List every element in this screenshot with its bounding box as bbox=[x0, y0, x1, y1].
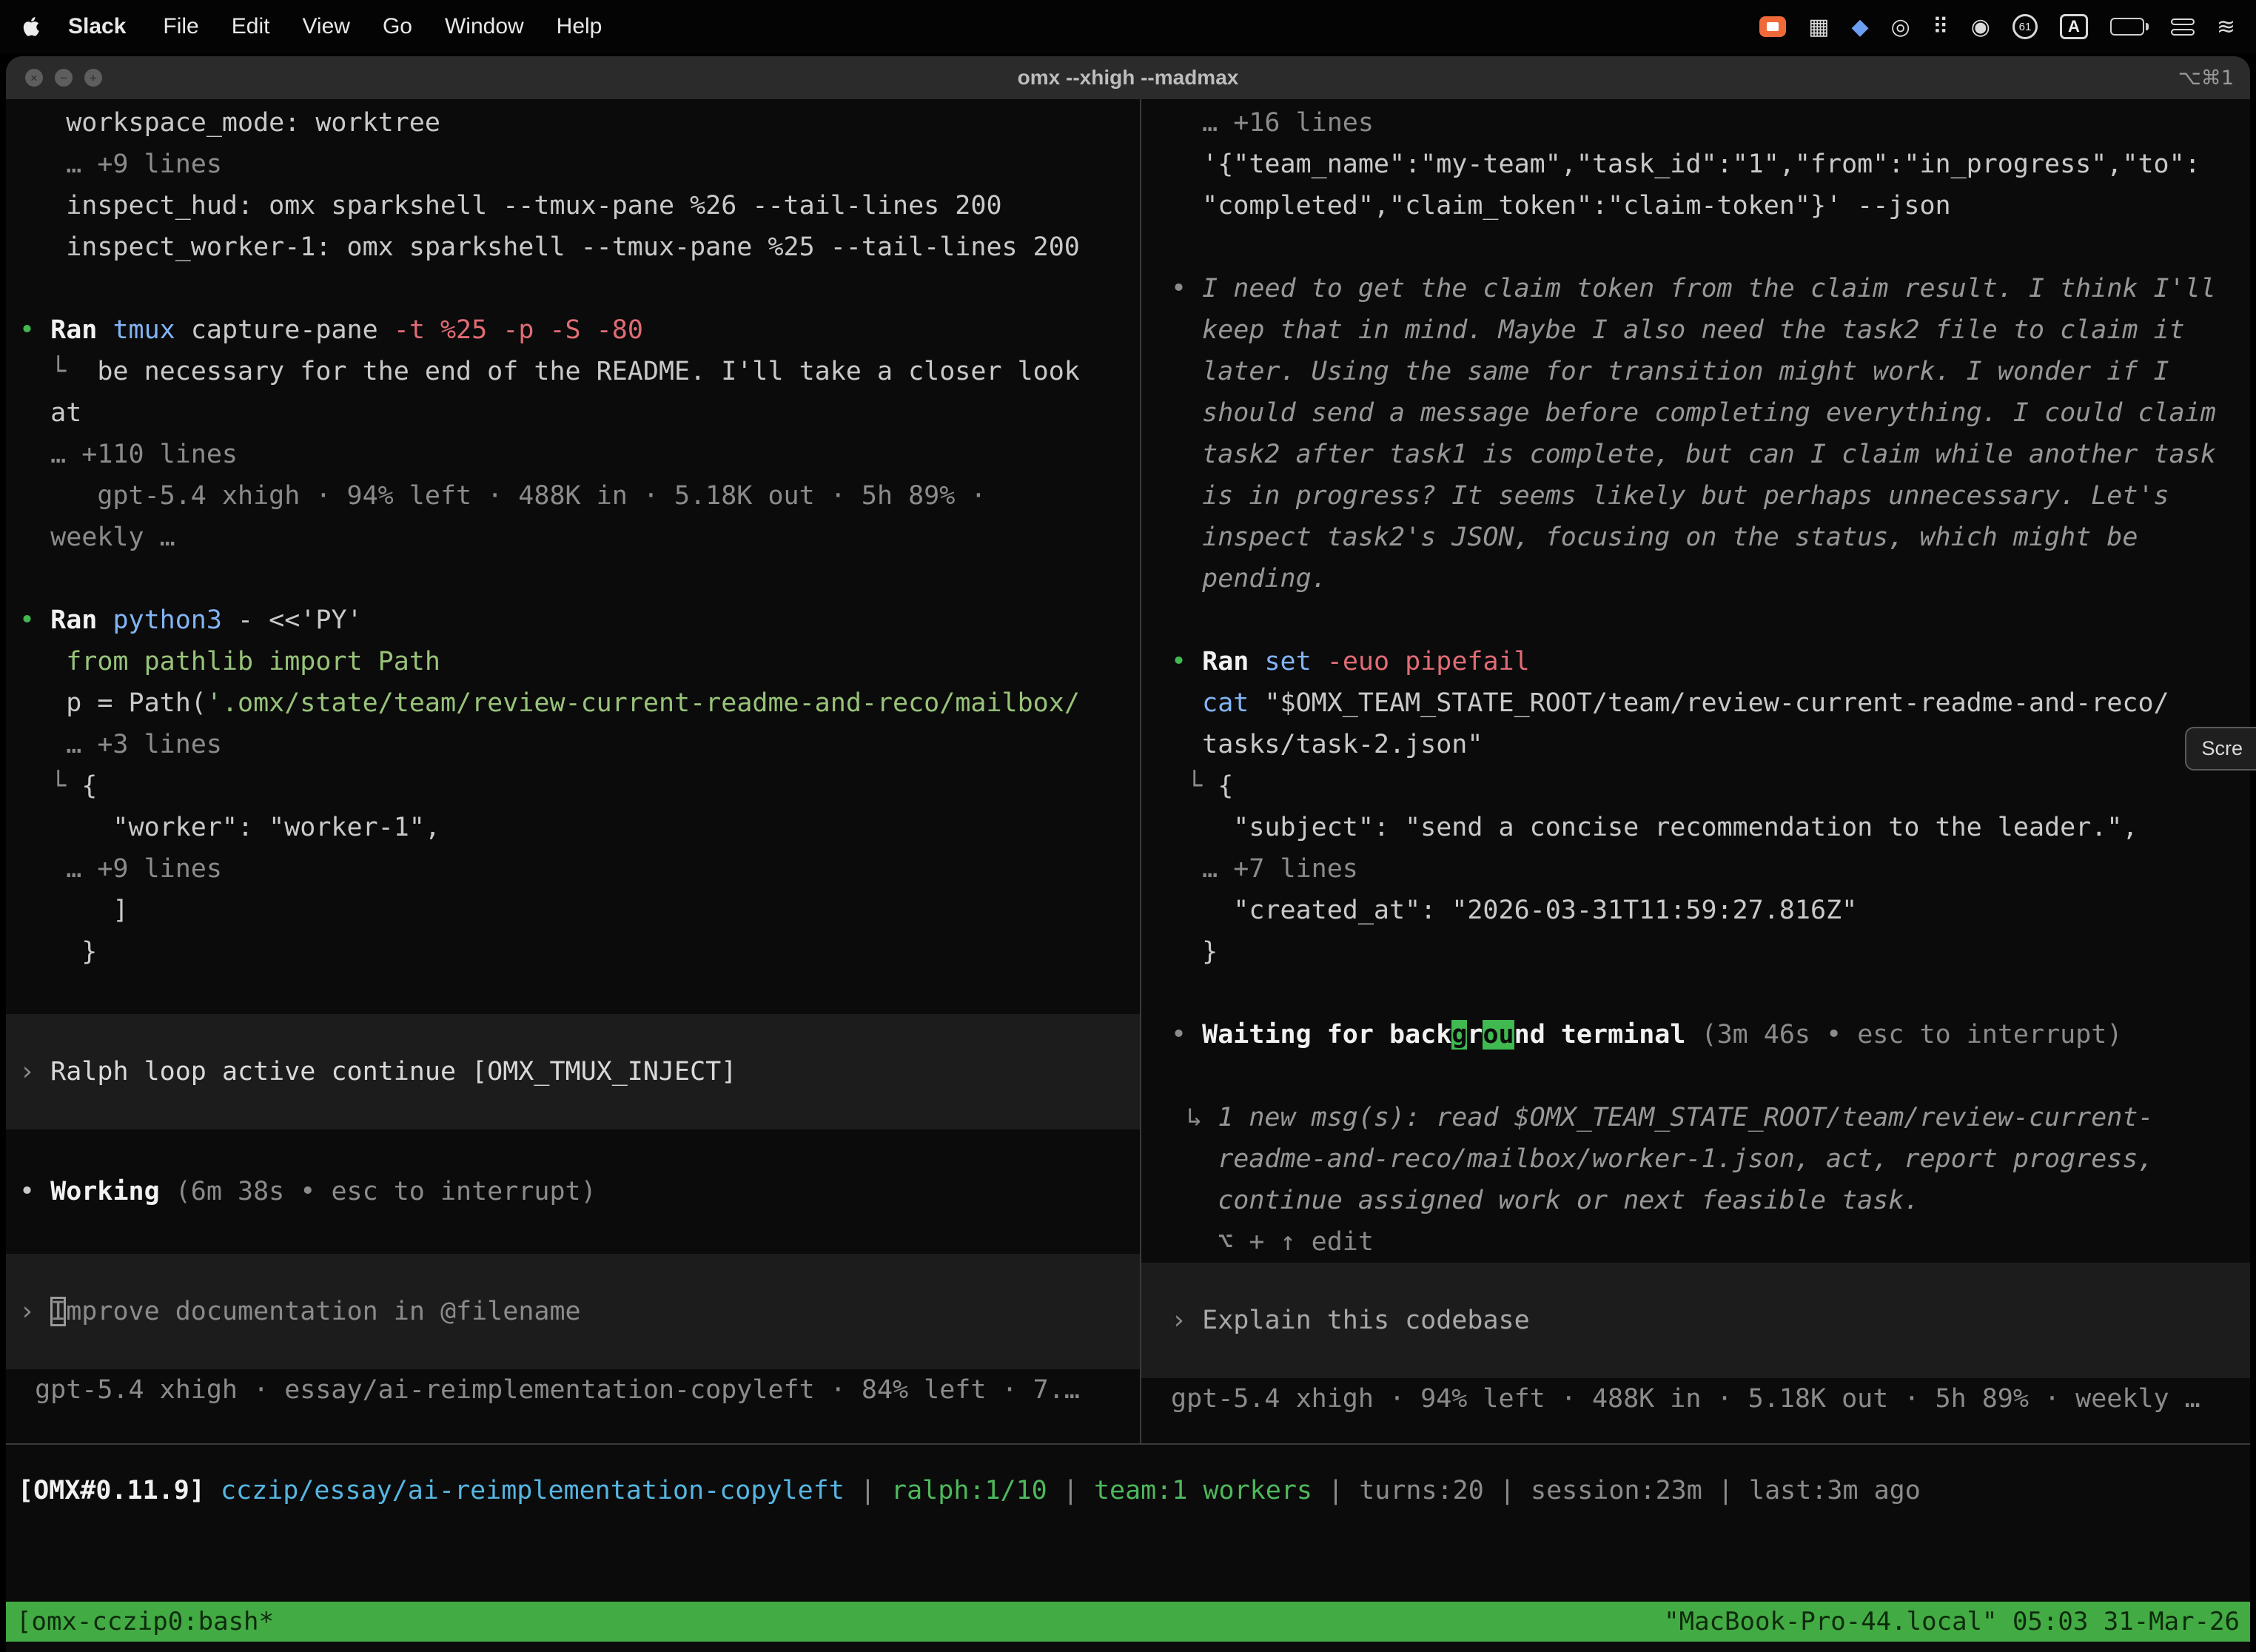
terminal-line: … +16 lines bbox=[1141, 102, 2250, 144]
terminal-line bbox=[6, 973, 1140, 1014]
terminal-line bbox=[1141, 1055, 2250, 1097]
tmux-status-bar: [omx-cczip0:bash* "MacBook-Pro-44.local"… bbox=[6, 1602, 2250, 1642]
window-title: omx --xhigh --madmax bbox=[6, 66, 2250, 90]
apple-menu-icon[interactable] bbox=[21, 14, 46, 39]
prompt-input-row[interactable]: › Improve documentation in @filename bbox=[6, 1254, 1140, 1369]
terminal-line: inspect_hud: omx sparkshell --tmux-pane … bbox=[6, 185, 1140, 226]
terminal-pane-right[interactable]: … +16 lines '{"team_name":"my-team","tas… bbox=[1141, 99, 2250, 1443]
terminal-line: • Working (6m 38s • esc to interrupt) bbox=[6, 1171, 1140, 1212]
terminal-line: "completed","claim_token":"claim-token"}… bbox=[1141, 185, 2250, 226]
menu-view[interactable]: View bbox=[286, 14, 366, 38]
terminal-line: … +7 lines bbox=[1141, 848, 2250, 890]
terminal-window: × − + omx --xhigh --madmax ⌥⌘1 workspace… bbox=[6, 56, 2250, 1652]
terminal-line bbox=[1141, 973, 2250, 1014]
window-shortcut-badge: ⌥⌘1 bbox=[2178, 67, 2250, 90]
screen-recording-icon[interactable] bbox=[1759, 16, 1786, 37]
desktop: Slack FileEditViewGoWindowHelp ▦ ◆ ◎ ⠿ ◉ 61 A ≋… bbox=[0, 0, 2256, 1652]
terminal-line: cat "$OMX_TEAM_STATE_ROOT/team/review-cu… bbox=[1141, 682, 2250, 724]
terminal-line: continue assigned work or next feasible … bbox=[1141, 1180, 2250, 1221]
terminal-line: pending. bbox=[1141, 558, 2250, 600]
omx-status-line: [OMX#0.11.9] cczip/essay/ai-reimplementa… bbox=[6, 1470, 2250, 1511]
terminal-line: └ { bbox=[1141, 765, 2250, 807]
tmux-panes: workspace_mode: worktree … +9 lines insp… bbox=[6, 99, 2250, 1443]
terminal-line: workspace_mode: worktree bbox=[6, 102, 1140, 144]
tmux-session-label: [omx-cczip0:bash* bbox=[16, 1607, 274, 1636]
terminal-line: └ be necessary for the end of the README… bbox=[6, 351, 1140, 392]
terminal-line: • Ran python3 - <<'PY' bbox=[6, 600, 1140, 641]
menu-bar-status-icons: ▦ ◆ ◎ ⠿ ◉ 61 A ≋ bbox=[1759, 14, 2235, 40]
prompt-suggestion-row[interactable]: › Explain this codebase bbox=[1141, 1263, 2250, 1378]
terminal-line: task2 after task1 is complete, but can I… bbox=[1141, 434, 2250, 475]
terminal-pane-left[interactable]: workspace_mode: worktree … +9 lines insp… bbox=[6, 99, 1140, 1443]
menu-bar-items: FileEditViewGoWindowHelp bbox=[147, 14, 618, 39]
terminal-line: • I need to get the claim token from the… bbox=[1141, 268, 2250, 309]
app-grid-icon[interactable]: ⠿ bbox=[1933, 14, 1949, 40]
terminal-line: • Waiting for background terminal (3m 46… bbox=[1141, 1014, 2250, 1055]
terminal-line: └ { bbox=[6, 765, 1140, 807]
display-icon[interactable]: ▦ bbox=[1808, 14, 1829, 40]
terminal-line: … +9 lines bbox=[6, 144, 1140, 185]
input-source-icon[interactable]: A bbox=[2060, 14, 2088, 39]
menu-edit[interactable]: Edit bbox=[215, 14, 286, 38]
terminal-line: gpt-5.4 xhigh · 94% left · 488K in · 5.1… bbox=[1141, 1378, 2250, 1420]
terminal-line: ] bbox=[6, 890, 1140, 931]
terminal-line: … +9 lines bbox=[6, 848, 1140, 890]
record-circle-icon[interactable]: ◎ bbox=[1891, 14, 1910, 40]
menu-bar-left: Slack FileEditViewGoWindowHelp bbox=[21, 14, 618, 39]
tmux-host-clock-label: "MacBook-Pro-44.local" 05:03 31-Mar-26 bbox=[1664, 1607, 2240, 1636]
terminal-line: '{"team_name":"my-team","task_id":"1","f… bbox=[1141, 144, 2250, 185]
menu-extra-icon[interactable]: ◉ bbox=[1971, 14, 1990, 40]
terminal-line: weekly … bbox=[6, 517, 1140, 558]
active-app-name[interactable]: Slack bbox=[65, 14, 141, 39]
prompt-suggestion-row: › Explain this codebase bbox=[1141, 1300, 2250, 1341]
terminal-line: "created_at": "2026-03-31T11:59:27.816Z" bbox=[1141, 890, 2250, 931]
terminal-line: is in progress? It seems likely but perh… bbox=[1141, 475, 2250, 517]
injected-prompt-row[interactable]: › Ralph loop active continue [OMX_TMUX_I… bbox=[6, 1014, 1140, 1129]
terminal-line: ↳ 1 new msg(s): read $OMX_TEAM_STATE_ROO… bbox=[1141, 1097, 2250, 1138]
terminal-line: "subject": "send a concise recommendatio… bbox=[1141, 807, 2250, 848]
menu-file[interactable]: File bbox=[147, 14, 215, 38]
terminal-line: inspect task2's JSON, focusing on the st… bbox=[1141, 517, 2250, 558]
terminal-line: • Ran tmux capture-pane -t %25 -p -S -80 bbox=[6, 309, 1140, 351]
raycast-icon[interactable]: ◆ bbox=[1852, 14, 1869, 40]
terminal-line: inspect_worker-1: omx sparkshell --tmux-… bbox=[6, 226, 1140, 268]
terminal-line: … +110 lines bbox=[6, 434, 1140, 475]
bottom-pane: [OMX#0.11.9] cczip/essay/ai-reimplementa… bbox=[6, 1445, 2250, 1652]
terminal-line: } bbox=[1141, 931, 2250, 973]
terminal-body: workspace_mode: worktree … +9 lines insp… bbox=[6, 99, 2250, 1652]
wifi-icon[interactable]: ≋ bbox=[2217, 14, 2235, 40]
terminal-line bbox=[1141, 226, 2250, 268]
menu-go[interactable]: Go bbox=[366, 14, 429, 38]
terminal-line: ⌥ + ↑ edit bbox=[1141, 1221, 2250, 1263]
injected-prompt-row: › Ralph loop active continue [OMX_TMUX_I… bbox=[6, 1051, 1140, 1092]
control-center-icon[interactable] bbox=[2171, 19, 2195, 36]
menu-help[interactable]: Help bbox=[540, 14, 619, 38]
terminal-line: … +3 lines bbox=[6, 724, 1140, 765]
terminal-line: } bbox=[6, 931, 1140, 973]
terminal-line: from pathlib import Path bbox=[6, 641, 1140, 682]
terminal-line: gpt-5.4 xhigh · essay/ai-reimplementatio… bbox=[6, 1369, 1140, 1411]
terminal-line: "worker": "worker-1", bbox=[6, 807, 1140, 848]
terminal-line: keep that in mind. Maybe I also need the… bbox=[1141, 309, 2250, 351]
terminal-line bbox=[6, 558, 1140, 600]
macos-menu-bar: Slack FileEditViewGoWindowHelp ▦ ◆ ◎ ⠿ ◉ 61 A ≋ bbox=[0, 0, 2256, 53]
terminal-line: gpt-5.4 xhigh · 94% left · 488K in · 5.1… bbox=[6, 475, 1140, 517]
screen-share-tooltip: Scre bbox=[2185, 727, 2256, 770]
terminal-line bbox=[1141, 600, 2250, 641]
terminal-line: at bbox=[6, 392, 1140, 434]
terminal-line: • Ran set -euo pipefail bbox=[1141, 641, 2250, 682]
terminal-line bbox=[6, 268, 1140, 309]
terminal-line: p = Path('.omx/state/team/review-current… bbox=[6, 682, 1140, 724]
window-title-bar[interactable]: × − + omx --xhigh --madmax ⌥⌘1 bbox=[6, 56, 2250, 99]
prompt-input-row: › Improve documentation in @filename bbox=[6, 1291, 1140, 1332]
terminal-line: tasks/task-2.json" bbox=[1141, 724, 2250, 765]
terminal-line bbox=[6, 1212, 1140, 1254]
battery-icon[interactable] bbox=[2110, 18, 2149, 36]
terminal-line: later. Using the same for transition mig… bbox=[1141, 351, 2250, 392]
terminal-line bbox=[6, 1129, 1140, 1171]
menu-window[interactable]: Window bbox=[429, 14, 540, 38]
terminal-line: should send a message before completing … bbox=[1141, 392, 2250, 434]
terminal-line: readme-and-reco/mailbox/worker-1.json, a… bbox=[1141, 1138, 2250, 1180]
battery-percentage-badge[interactable]: 61 bbox=[2012, 14, 2038, 39]
